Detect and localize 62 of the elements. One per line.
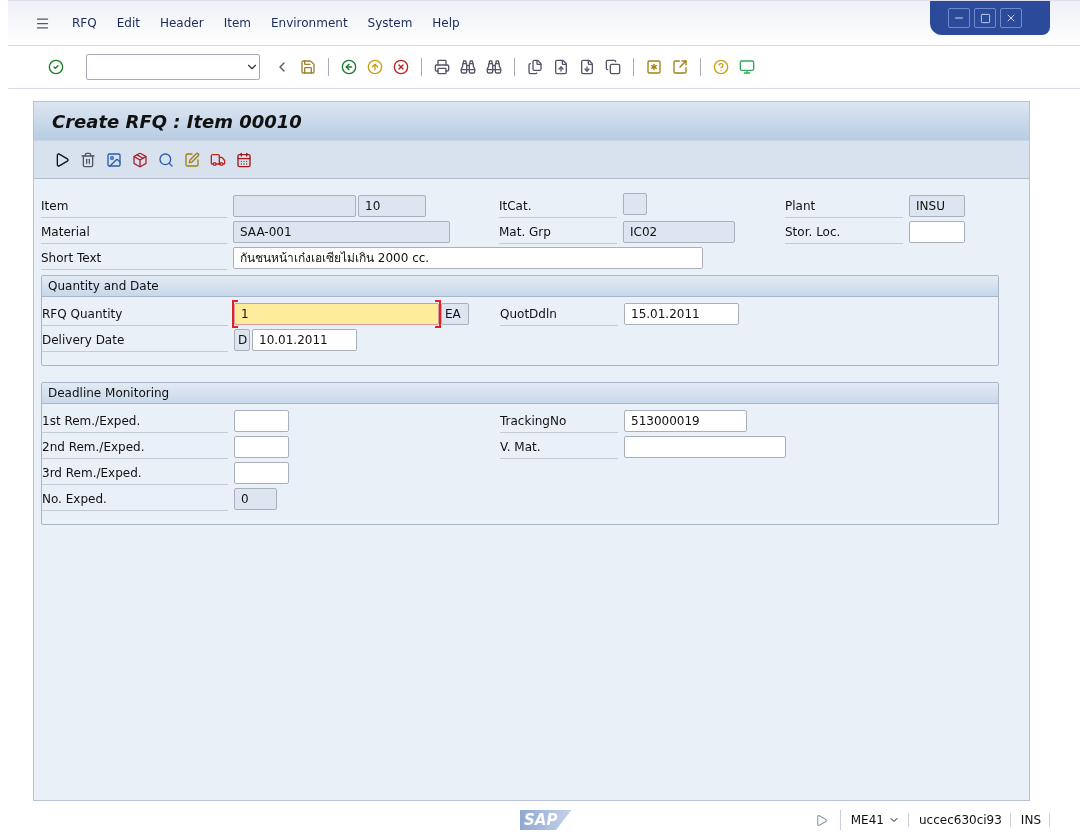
cancel-icon[interactable] [391,57,411,77]
binoculars-icon[interactable] [458,57,478,77]
field-label: Material [41,220,227,244]
display-field: INSU [909,195,965,217]
server-name: uccec630ci93 [918,813,1011,827]
close-button[interactable] [1000,8,1022,28]
field-label: V. Mat. [500,435,618,459]
input-field[interactable]: กันชนหน้าเก๋งเอเซียไม่เกิน 2000 cc. [233,247,703,269]
close-icon [1005,12,1017,24]
field-label: 1st Rem./Exped. [42,409,228,433]
field-label: 2nd Rem./Exped. [42,435,228,459]
menu-item[interactable]: System [367,16,413,30]
display-field: 10 [358,195,426,217]
input-field[interactable] [624,436,786,458]
input-field[interactable] [909,221,965,243]
field-label: Item [41,194,227,218]
menu-item[interactable]: Help [432,16,460,30]
check-icon[interactable] [46,57,66,77]
field-label: QuotDdln [500,302,618,326]
menu-item[interactable]: Header [159,16,204,30]
minimize-button[interactable] [948,8,970,28]
field-label: Stor. Loc. [785,220,903,244]
maximize-icon [979,12,991,24]
input-field[interactable]: 1 [234,303,439,325]
print-icon[interactable] [432,57,452,77]
input-field[interactable] [234,436,289,458]
input-field[interactable]: 10.01.2011 [252,329,357,351]
input-field[interactable] [234,462,289,484]
display-field: 0 [234,488,277,510]
menu-item[interactable]: Item [223,16,251,30]
field-label: Mat. Grp [499,220,617,244]
transaction-code[interactable]: ME41 [850,813,909,827]
field-label: RFQ Quantity [42,302,228,326]
group-title: Quantity and Date [42,276,998,297]
maximize-button[interactable] [974,8,996,28]
display-field: SAA-001 [233,221,450,243]
command-field[interactable] [86,54,260,80]
group-title: Deadline Monitoring [42,383,998,404]
menu-item[interactable]: RFQ [72,16,97,30]
binoculars-icon[interactable] [484,57,504,77]
field-label: ItCat. [499,194,617,218]
input-mode: INS [1020,813,1050,827]
field-label: No. Exped. [42,487,228,511]
back-icon[interactable] [339,57,359,77]
input-field[interactable] [234,410,289,432]
save-icon[interactable] [298,57,318,77]
field-label: Short Text [41,246,227,270]
shortcut-icon[interactable] [670,57,690,77]
field-label: 3rd Rem./Exped. [42,461,228,485]
input-field[interactable]: 513000019 [624,410,747,432]
date-type-field: D [234,329,250,351]
display-field: IC02 [623,221,735,243]
menu-item[interactable]: Environment [270,16,348,30]
display-field [623,193,647,215]
field-label: Delivery Date [42,328,228,352]
field-label: TrackingNo [500,409,618,433]
logo: SAP [520,810,572,830]
unit-field: EA [441,303,469,325]
field-label: Plant [785,194,903,218]
menu-item[interactable]: Edit [116,16,140,30]
screen-title: Create RFQ : Item 00010 [52,110,302,132]
input-field[interactable]: 15.01.2011 [624,303,739,325]
